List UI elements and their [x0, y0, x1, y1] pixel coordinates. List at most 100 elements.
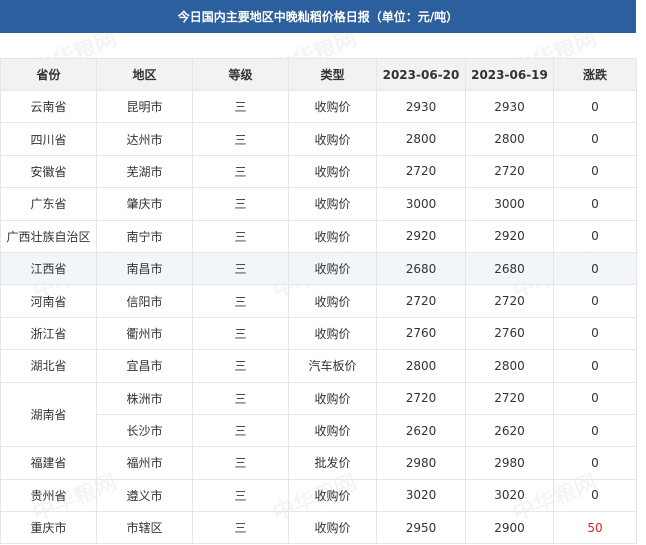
cell-price-prev: 2620 — [465, 413, 554, 448]
cell-change: 0 — [553, 122, 637, 156]
cell-grade: 三 — [192, 219, 289, 253]
cell-region: 南宁市 — [96, 219, 193, 253]
cell-change: 0 — [553, 349, 637, 383]
table-header-row: 省份 地区 等级 类型 2023-06-20 2023-06-19 涨跌 — [0, 58, 637, 91]
cell-price-today: 2720 — [376, 154, 466, 189]
cell-type: 收购价 — [288, 511, 377, 545]
table-row: 长沙市 三 收购价 2620 2620 0 — [1, 413, 637, 448]
cell-type: 收购价 — [288, 251, 377, 286]
cell-price-today: 2920 — [376, 219, 466, 253]
cell-grade: 三 — [192, 413, 289, 448]
cell-type: 收购价 — [288, 187, 377, 221]
cell-grade: 三 — [192, 349, 289, 383]
cell-type: 收购价 — [288, 413, 377, 448]
header-price-today: 2023-06-20 — [376, 58, 466, 91]
cell-price-prev: 2800 — [465, 349, 554, 383]
cell-price-today: 2680 — [376, 251, 466, 286]
cell-change: 50 — [553, 511, 637, 545]
cell-change: 0 — [553, 187, 637, 221]
cell-province: 云南省 — [0, 89, 97, 124]
cell-province: 安徽省 — [0, 154, 97, 189]
cell-price-prev: 3020 — [465, 478, 554, 513]
cell-province: 广东省 — [0, 187, 97, 221]
cell-price-today: 3020 — [376, 478, 466, 513]
cell-price-prev: 2720 — [465, 381, 554, 415]
cell-grade: 三 — [192, 122, 289, 156]
table-row: 江西省 南昌市 三 收购价 2680 2680 0 — [0, 251, 637, 286]
cell-price-today: 2720 — [376, 284, 466, 318]
cell-province: 贵州省 — [0, 478, 97, 513]
cell-region: 市辖区 — [96, 511, 193, 545]
cell-price-prev: 2930 — [465, 89, 554, 124]
cell-province: 四川省 — [0, 122, 97, 156]
cell-region: 芜湖市 — [96, 154, 193, 189]
cell-price-prev: 2720 — [465, 284, 554, 318]
header-price-prev: 2023-06-19 — [465, 58, 554, 91]
cell-change: 0 — [553, 154, 637, 189]
cell-region: 昆明市 — [96, 89, 193, 124]
cell-type: 收购价 — [288, 219, 377, 253]
cell-grade: 三 — [192, 446, 289, 480]
table-row: 广东省 肇庆市 三 收购价 3000 3000 0 — [0, 187, 637, 221]
cell-change: 0 — [553, 381, 637, 415]
table-row: 湖北省 宜昌市 三 汽车板价 2800 2800 0 — [0, 349, 637, 383]
cell-region: 信阳市 — [96, 284, 193, 318]
cell-grade: 三 — [192, 284, 289, 318]
table-row: 贵州省 遵义市 三 收购价 3020 3020 0 — [0, 478, 637, 513]
cell-price-today: 2620 — [376, 413, 466, 448]
header-change: 涨跌 — [553, 58, 637, 91]
cell-region: 株洲市 — [96, 381, 193, 415]
cell-type: 收购价 — [288, 89, 377, 124]
cell-type: 收购价 — [288, 381, 377, 415]
cell-type: 收购价 — [288, 316, 377, 351]
cell-region: 福州市 — [96, 446, 193, 480]
price-table: 省份 地区 等级 类型 2023-06-20 2023-06-19 涨跌 云南省… — [0, 58, 637, 545]
cell-region: 长沙市 — [96, 413, 193, 448]
cell-region: 宜昌市 — [96, 349, 193, 383]
cell-price-today: 2950 — [376, 511, 466, 545]
cell-province: 江西省 — [0, 251, 97, 286]
cell-change: 0 — [553, 219, 637, 253]
table-row: 河南省 信阳市 三 收购价 2720 2720 0 — [0, 284, 637, 318]
cell-price-prev: 2760 — [465, 316, 554, 351]
cell-type: 收购价 — [288, 284, 377, 318]
cell-type: 批发价 — [288, 446, 377, 480]
cell-grade: 三 — [192, 381, 289, 415]
table-row: 广西壮族自治区 南宁市 三 收购价 2920 2920 0 — [0, 219, 637, 253]
cell-change: 0 — [553, 413, 637, 448]
cell-change: 0 — [553, 284, 637, 318]
table-row: 福建省 福州市 三 批发价 2980 2980 0 — [0, 446, 637, 480]
cell-price-prev: 2920 — [465, 219, 554, 253]
cell-price-today: 2800 — [376, 349, 466, 383]
cell-grade: 三 — [192, 251, 289, 286]
cell-change: 0 — [553, 446, 637, 480]
table-row: 安徽省 芜湖市 三 收购价 2720 2720 0 — [0, 154, 637, 189]
cell-province: 广西壮族自治区 — [0, 219, 97, 253]
table-row: 四川省 达州市 三 收购价 2800 2800 0 — [0, 122, 637, 156]
cell-change: 0 — [553, 89, 637, 124]
cell-province: 湖南省 — [0, 381, 97, 448]
cell-price-today: 2720 — [376, 381, 466, 415]
cell-change: 0 — [553, 316, 637, 351]
cell-type: 收购价 — [288, 478, 377, 513]
cell-price-today: 2800 — [376, 122, 466, 156]
cell-province: 重庆市 — [0, 511, 97, 545]
header-type: 类型 — [288, 58, 377, 91]
cell-region: 达州市 — [96, 122, 193, 156]
cell-price-prev: 2900 — [465, 511, 554, 545]
cell-grade: 三 — [192, 154, 289, 189]
table-row: 湖南省 株洲市 三 收购价 2720 2720 0 — [0, 381, 637, 448]
cell-province: 湖北省 — [0, 349, 97, 383]
cell-price-prev: 3000 — [465, 187, 554, 221]
table-row: 浙江省 衢州市 三 收购价 2760 2760 0 — [0, 316, 637, 351]
cell-type: 汽车板价 — [288, 349, 377, 383]
cell-price-today: 2930 — [376, 89, 466, 124]
cell-grade: 三 — [192, 511, 289, 545]
cell-price-prev: 2980 — [465, 446, 554, 480]
cell-region: 肇庆市 — [96, 187, 193, 221]
cell-price-prev: 2800 — [465, 122, 554, 156]
table-row: 云南省 昆明市 三 收购价 2930 2930 0 — [0, 89, 637, 124]
cell-grade: 三 — [192, 478, 289, 513]
cell-change: 0 — [553, 478, 637, 513]
cell-grade: 三 — [192, 187, 289, 221]
